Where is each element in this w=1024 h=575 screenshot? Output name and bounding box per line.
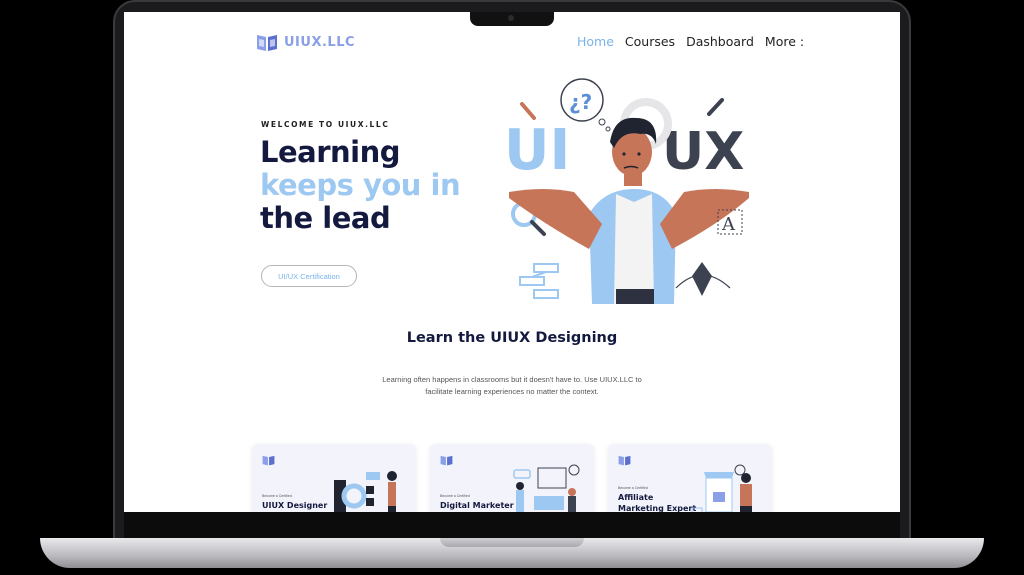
course-card-digital-marketer[interactable]: Become a Certified Digital Marketer: [430, 444, 594, 512]
nav-item-more[interactable]: More :: [765, 34, 804, 49]
brand-logo[interactable]: UIUX.LLC: [256, 32, 355, 52]
designer-illustration: [334, 471, 397, 512]
hero-eyebrow: WELCOME TO UIUX.LLC: [261, 120, 390, 129]
headline-line-2: keeps you in: [260, 168, 461, 202]
section-title: Learn the UIUX Designing: [406, 330, 618, 346]
book-logo-icon: [618, 455, 631, 466]
right-hand: [660, 189, 749, 249]
brand-name: UIUX.LLC: [284, 34, 356, 50]
marketer-illustration: [513, 464, 580, 512]
ui-letters: UI: [504, 118, 570, 183]
headline-line-1: Learning: [260, 135, 401, 169]
course-card-affiliate[interactable]: Become a Certified Affiliate Marketing E…: [608, 444, 772, 512]
ux-letters: UX: [662, 122, 744, 182]
affiliate-illustration: [691, 464, 752, 512]
left-hand: [509, 189, 602, 249]
laptop-screen: UIUX.LLC Home Courses Dashboard More : W…: [124, 12, 900, 512]
camera-icon: [508, 15, 514, 21]
top-nav: Home Courses Dashboard More :: [577, 34, 804, 49]
svg-text:¿?: ¿?: [569, 90, 592, 114]
svg-text:A: A: [721, 214, 736, 235]
section-description: Learning often happens in classrooms but…: [382, 375, 642, 396]
nav-item-home[interactable]: Home: [577, 34, 614, 49]
headline-line-3: the lead: [260, 201, 391, 235]
hero-illustration: UI UX ¿? A: [504, 78, 749, 304]
card-subtitle: Become a Certified: [262, 494, 292, 498]
pen-tool-icon: [675, 262, 731, 296]
nav-item-dashboard[interactable]: Dashboard: [686, 34, 754, 49]
hero-headline: Learning keeps you in the lead: [260, 135, 461, 235]
nav-item-courses[interactable]: Courses: [625, 34, 675, 49]
screen-bottom-bezel: [124, 512, 900, 538]
book-logo-icon: [262, 455, 275, 466]
card-subtitle: Become a Certified: [440, 494, 470, 498]
course-card-uiux[interactable]: Become a Certified UIUX Designer: [252, 444, 416, 512]
camera-notch: [470, 12, 554, 26]
laptop-base-notch: [440, 538, 584, 547]
book-logo-icon: [440, 455, 453, 466]
flowchart-icon: [519, 263, 559, 299]
card-subtitle: Become a Certified: [618, 486, 648, 490]
book-logo-icon: [257, 35, 277, 51]
certification-button[interactable]: UI/UX Certification: [261, 265, 357, 287]
